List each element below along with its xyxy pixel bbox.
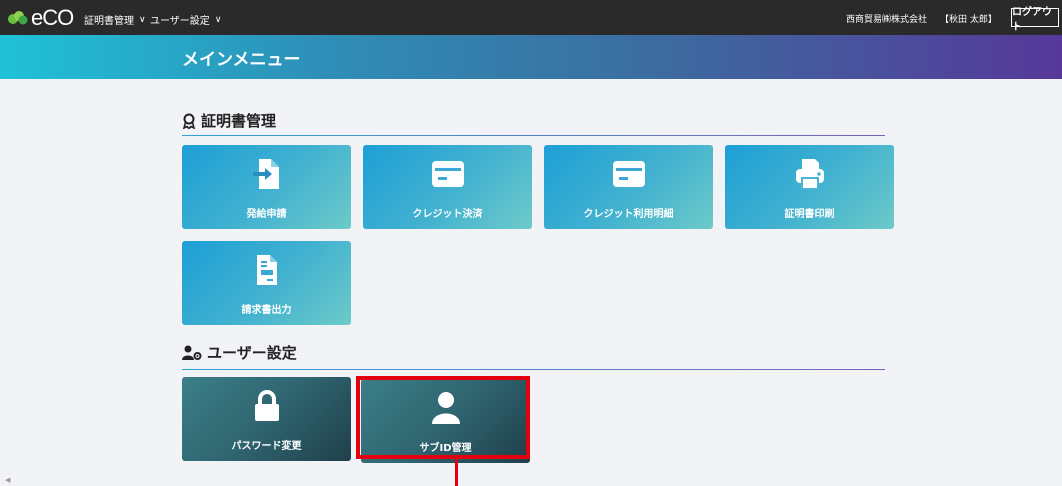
- section-divider: [182, 135, 885, 136]
- annotation-pointer-line: [455, 459, 458, 486]
- tile-password-change[interactable]: パスワード変更: [182, 377, 351, 461]
- tile-label: サブID管理: [419, 443, 472, 454]
- chevron-down-icon: ∨: [139, 14, 146, 25]
- nav-label: 証明書管理: [84, 16, 134, 27]
- award-icon: [182, 113, 196, 129]
- section-title-text: ユーザー設定: [207, 344, 297, 362]
- nav-label: ユーザー設定: [150, 16, 210, 27]
- tile-label: 発給申請: [246, 209, 287, 220]
- company-name: 西商貿易㈱株式会社: [846, 15, 928, 25]
- tile-credit-payment[interactable]: クレジット決済: [363, 145, 532, 229]
- printer-icon: [725, 157, 894, 191]
- credit-card-icon: [544, 157, 713, 191]
- certificate-section-title: 証明書管理: [182, 110, 276, 131]
- page-title: メインメニュー: [182, 50, 301, 70]
- tile-label: パスワード変更: [231, 441, 302, 452]
- app-logo[interactable]: eCO: [8, 5, 74, 30]
- scroll-left-icon[interactable]: ◀: [5, 476, 10, 484]
- user-icon: [361, 391, 530, 425]
- section-divider: [182, 369, 885, 370]
- tile-certificate-print[interactable]: 証明書印刷: [725, 145, 894, 229]
- section-title-text: 証明書管理: [201, 112, 277, 130]
- user-name: 【秋田 太郎】: [940, 15, 997, 25]
- logout-button[interactable]: ログアウト: [1011, 7, 1059, 33]
- tile-label: クレジット利用明細: [583, 209, 674, 220]
- page-banner: メインメニュー: [0, 35, 1062, 79]
- invoice-icon: [182, 253, 351, 287]
- top-navigation-bar: eCO 証明書管理 ∨ ユーザー設定 ∨ 西商貿易㈱株式会社 【秋田 太郎】 ロ…: [0, 0, 1062, 35]
- nav-certificate-management[interactable]: 証明書管理 ∨: [84, 12, 146, 28]
- tile-sub-id-management[interactable]: サブID管理: [361, 379, 530, 463]
- lock-icon: [182, 389, 351, 423]
- credit-card-icon: [363, 157, 532, 191]
- user-settings-section-title: ユーザー設定: [182, 342, 297, 363]
- logo-text: eCO: [31, 5, 74, 30]
- tile-invoice-output[interactable]: 請求書出力: [182, 241, 351, 325]
- tile-credit-statement[interactable]: クレジット利用明細: [544, 145, 713, 229]
- chevron-down-icon: ∨: [214, 14, 222, 25]
- tile-label: 請求書出力: [241, 305, 292, 316]
- file-arrow-icon: [182, 157, 351, 191]
- tile-label: 証明書印刷: [784, 209, 835, 220]
- tile-issue-application[interactable]: 発給申請: [182, 145, 351, 229]
- user-gear-icon: [182, 345, 202, 360]
- tile-label: クレジット決済: [412, 209, 483, 220]
- nav-user-settings[interactable]: ユーザー設定 ∨: [150, 12, 222, 28]
- leaf-logo-icon: [8, 11, 28, 25]
